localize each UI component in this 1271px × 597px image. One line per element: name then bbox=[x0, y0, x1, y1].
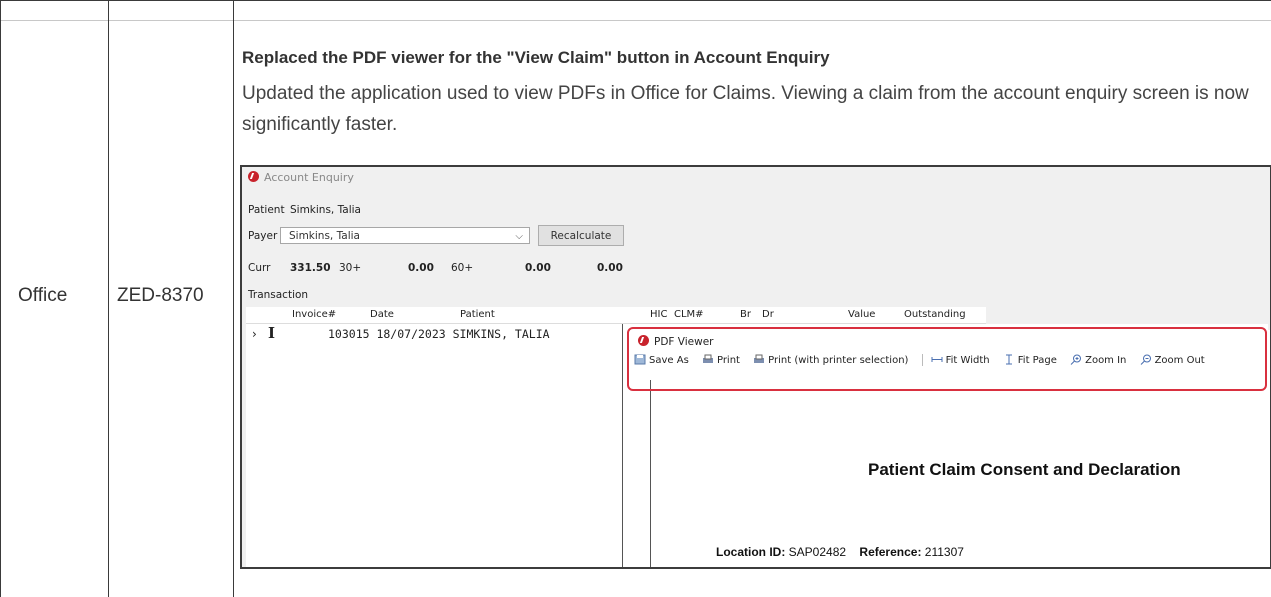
location-value: SAP02482 bbox=[788, 545, 847, 559]
reference-label: Reference: bbox=[859, 545, 922, 559]
release-notes-table: Office ZED-8370 Replaced the PDF viewer … bbox=[0, 0, 1271, 597]
pdf-page-edge bbox=[650, 380, 651, 567]
patient-label: Patient bbox=[248, 204, 285, 216]
window-title: Account Enquiry bbox=[248, 171, 354, 184]
col-date[interactable]: Date bbox=[370, 309, 394, 320]
col-divider bbox=[233, 0, 234, 597]
pdf-document-title: Patient Claim Consent and Declaration bbox=[868, 460, 1181, 479]
col-hic[interactable]: HIC bbox=[650, 309, 667, 320]
reference-value: 211307 bbox=[924, 545, 964, 559]
change-title: Replaced the PDF viewer for the "View Cl… bbox=[242, 48, 830, 67]
30-plus-label: 30+ bbox=[339, 262, 362, 274]
payer-select[interactable]: Simkins, Talia ⌵ bbox=[280, 227, 530, 244]
col-invoice[interactable]: Invoice# bbox=[292, 309, 336, 320]
payer-label: Payer bbox=[248, 230, 278, 242]
recalculate-button[interactable]: Recalculate bbox=[538, 225, 624, 246]
location-label: Location ID: bbox=[716, 545, 786, 559]
change-description: Updated the application used to view PDF… bbox=[242, 83, 1249, 135]
curr-label: Curr bbox=[248, 262, 271, 274]
col-value[interactable]: Value bbox=[848, 309, 875, 320]
pdf-location-line: Location ID: SAP02482 Reference: 211307 bbox=[716, 545, 964, 559]
transaction-label: Transaction bbox=[248, 289, 309, 301]
row-divider bbox=[0, 20, 1271, 21]
col-outstanding[interactable]: Outstanding bbox=[904, 309, 966, 320]
account-enquiry-screenshot: Account Enquiry Patient Simkins, Talia P… bbox=[240, 165, 1271, 569]
col-divider bbox=[108, 0, 109, 597]
patient-value: Simkins, Talia bbox=[290, 204, 361, 216]
60-plus-label: 60+ bbox=[451, 262, 474, 274]
60-plus-value: 0.00 bbox=[525, 262, 551, 274]
payer-select-value: Simkins, Talia bbox=[289, 230, 360, 242]
90-plus-value: 0.00 bbox=[597, 262, 623, 274]
30-plus-value: 0.00 bbox=[408, 262, 434, 274]
product-cell: Office bbox=[18, 285, 68, 306]
text-cursor-icon: I bbox=[268, 324, 276, 342]
col-divider bbox=[0, 0, 1, 597]
curr-value: 331.50 bbox=[290, 262, 331, 274]
col-br[interactable]: Br bbox=[740, 309, 751, 320]
col-dr[interactable]: Dr bbox=[762, 309, 774, 320]
ticket-cell: ZED-8370 bbox=[117, 285, 204, 306]
toolbar-highlight-annotation bbox=[627, 327, 1267, 391]
grid-splitter[interactable] bbox=[622, 324, 623, 567]
app-logo-icon bbox=[248, 171, 259, 182]
table-top-border bbox=[0, 0, 1271, 1]
row-expand-icon[interactable]: › bbox=[252, 327, 257, 341]
col-clm[interactable]: CLM# bbox=[674, 309, 704, 320]
col-patient[interactable]: Patient bbox=[460, 309, 495, 320]
chevron-down-icon: ⌵ bbox=[515, 231, 523, 242]
table-row[interactable]: 103015 18/07/2023 SIMKINS, TALIA bbox=[328, 327, 550, 341]
transaction-grid-header: Invoice# Date Patient HIC CLM# Br Dr Val… bbox=[246, 307, 986, 324]
